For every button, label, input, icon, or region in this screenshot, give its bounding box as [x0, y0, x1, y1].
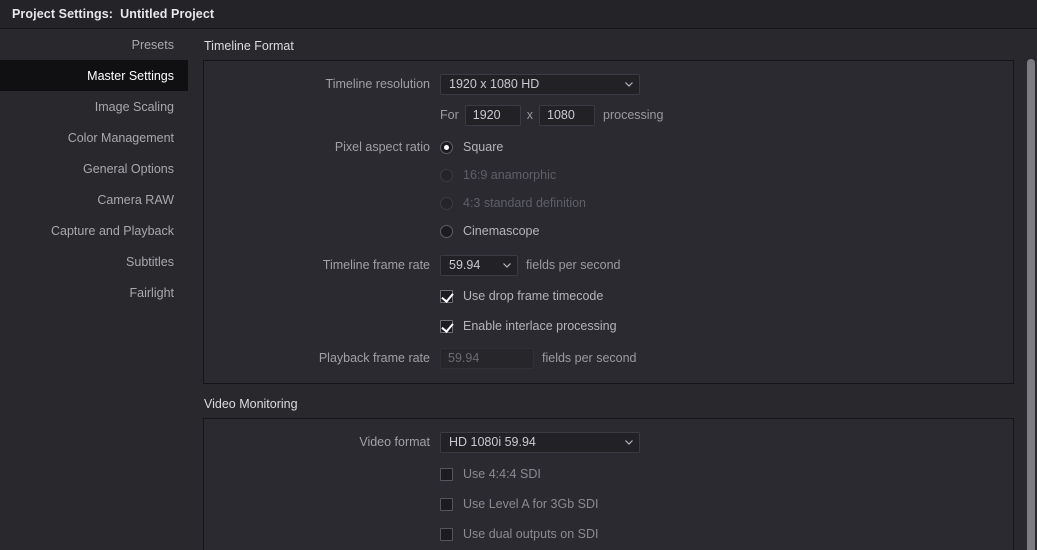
- radio-pixel-aspect-square[interactable]: [440, 140, 453, 154]
- checkbox-label-use-444-sdi: Use 4:4:4 SDI: [463, 467, 541, 481]
- video-monitoring-panel: Video format HD 1080i 59.94 . Use 4:4:4 …: [203, 418, 1014, 550]
- spacer-label: .: [204, 108, 440, 122]
- processing-height-input[interactable]: 1080: [539, 104, 595, 126]
- spacer-label: .: [204, 527, 440, 541]
- use-dual-outputs-on-sdi-row: . Use dual outputs on SDI: [204, 521, 1013, 547]
- timeline-resolution-select[interactable]: 1920 x 1080 HD: [440, 73, 640, 95]
- spacer-label: .: [204, 497, 440, 511]
- radio-label-pixel-aspect-cinemascope: Cinemascope: [463, 224, 540, 238]
- checkbox-enable-interlace-processing[interactable]: [440, 319, 453, 333]
- section-title-timeline-format: Timeline Format: [204, 39, 294, 53]
- pixel-aspect-ratio-row-square: Pixel aspect ratio Square: [204, 134, 1013, 160]
- timeline-format-panel: Timeline resolution 1920 x 1080 HD . For…: [203, 60, 1014, 384]
- checkbox-label-use-dual-outputs-on-sdi: Use dual outputs on SDI: [463, 527, 599, 541]
- processing-suffix-label: processing: [603, 108, 664, 122]
- video-format-row: Video format HD 1080i 59.94: [204, 429, 1013, 455]
- use-level-a-for-3gb-sdi-row: . Use Level A for 3Gb SDI: [204, 491, 1013, 517]
- sidebar-item-label: Presets: [131, 37, 174, 52]
- processing-prefix-label: For: [440, 108, 459, 122]
- sidebar-item-label: Camera RAW: [97, 192, 174, 207]
- checkbox-use-dual-outputs-on-sdi[interactable]: [440, 527, 453, 541]
- sidebar-item-camera-raw[interactable]: Camera RAW: [0, 184, 188, 215]
- playback-frame-rate-row: Playback frame rate 59.94 fields per sec…: [204, 345, 1013, 371]
- processing-width-value: 1920: [472, 108, 501, 122]
- spacer-label: .: [204, 319, 440, 333]
- playback-frame-rate-value: 59.94: [448, 351, 480, 365]
- settings-content-pane: Timeline Format Timeline resolution 1920…: [188, 29, 1028, 550]
- chevron-down-icon: [503, 263, 511, 268]
- sidebar-item-fairlight[interactable]: Fairlight: [0, 277, 188, 308]
- radio-pixel-aspect-standard-definition: [440, 196, 453, 210]
- pixel-aspect-ratio-row-standard-definition: . 4:3 standard definition: [204, 190, 1013, 216]
- spacer-label: .: [204, 289, 440, 303]
- sidebar-item-subtitles[interactable]: Subtitles: [0, 246, 188, 277]
- window-title: Project Settings: Untitled Project: [12, 7, 215, 21]
- chevron-down-icon: [625, 440, 633, 445]
- timeline-frame-rate-value: 59.94: [449, 258, 481, 272]
- radio-pixel-aspect-cinemascope[interactable]: [440, 224, 453, 238]
- playback-frame-rate-input: 59.94: [440, 347, 534, 369]
- radio-pixel-aspect-anamorphic: [440, 168, 453, 182]
- video-format-value: HD 1080i 59.94: [449, 435, 536, 449]
- radio-label-pixel-aspect-square: Square: [463, 140, 504, 154]
- sidebar-item-general-options[interactable]: General Options: [0, 153, 188, 184]
- spacer-label: .: [204, 224, 440, 238]
- timeline-resolution-value: 1920 x 1080 HD: [449, 77, 540, 91]
- radio-label-pixel-aspect-anamorphic: 16:9 anamorphic: [463, 168, 557, 182]
- processing-separator-label: x: [526, 108, 533, 122]
- pixel-aspect-ratio-label: Pixel aspect ratio: [334, 140, 430, 154]
- sidebar-item-color-management[interactable]: Color Management: [0, 122, 188, 153]
- use-444-sdi-row: . Use 4:4:4 SDI: [204, 461, 1013, 487]
- video-format-label: Video format: [359, 435, 430, 449]
- checkbox-use-444-sdi[interactable]: [440, 467, 453, 481]
- sidebar-item-label: Subtitles: [126, 254, 174, 269]
- checkbox-use-drop-frame-timecode[interactable]: [440, 289, 453, 303]
- section-title-video-monitoring: Video Monitoring: [204, 397, 298, 411]
- enable-interlace-processing-row: . Enable interlace processing: [204, 313, 1013, 339]
- pixel-aspect-ratio-row-cinemascope: . Cinemascope: [204, 218, 1013, 244]
- pixel-aspect-ratio-row-anamorphic: . 16:9 anamorphic: [204, 162, 1013, 188]
- radio-label-pixel-aspect-standard-definition: 4:3 standard definition: [463, 196, 587, 210]
- processing-resolution-row: . For 1920 x 1080 processing: [204, 102, 1013, 128]
- vertical-scrollbar-track[interactable]: [1022, 29, 1037, 550]
- playback-frame-rate-units: fields per second: [542, 351, 637, 365]
- checkbox-label-enable-interlace-processing: Enable interlace processing: [463, 319, 617, 333]
- project-settings-window: Project Settings: Untitled Project Prese…: [0, 0, 1037, 550]
- timeline-frame-rate-units: fields per second: [526, 258, 621, 272]
- timeline-resolution-label: Timeline resolution: [325, 77, 430, 91]
- checkbox-label-use-level-a-for-3gb-sdi: Use Level A for 3Gb SDI: [463, 497, 599, 511]
- sidebar-item-presets[interactable]: Presets: [0, 29, 188, 60]
- checkbox-use-level-a-for-3gb-sdi[interactable]: [440, 497, 453, 511]
- timeline-frame-rate-label: Timeline frame rate: [322, 258, 430, 272]
- sidebar-item-master-settings[interactable]: Master Settings: [0, 60, 188, 91]
- spacer-label: .: [204, 168, 440, 182]
- settings-category-sidebar: Presets Master Settings Image Scaling Co…: [0, 29, 188, 550]
- vertical-scrollbar-thumb[interactable]: [1027, 59, 1035, 550]
- timeline-resolution-row: Timeline resolution 1920 x 1080 HD: [204, 71, 1013, 97]
- processing-width-input[interactable]: 1920: [464, 104, 521, 126]
- playback-frame-rate-label: Playback frame rate: [318, 351, 430, 365]
- sidebar-item-label: General Options: [82, 161, 174, 176]
- timeline-frame-rate-select[interactable]: 59.94: [440, 254, 518, 276]
- spacer-label: .: [204, 196, 440, 210]
- sidebar-item-image-scaling[interactable]: Image Scaling: [0, 91, 188, 122]
- sidebar-item-label: Color Management: [67, 130, 174, 145]
- sidebar-item-label: Fairlight: [129, 285, 174, 300]
- checkbox-label-use-drop-frame-timecode: Use drop frame timecode: [463, 289, 604, 303]
- sidebar-item-label: Capture and Playback: [51, 223, 174, 238]
- video-format-select[interactable]: HD 1080i 59.94: [440, 431, 640, 453]
- sidebar-item-label: Image Scaling: [94, 99, 174, 114]
- sidebar-item-capture-and-playback[interactable]: Capture and Playback: [0, 215, 188, 246]
- processing-height-value: 1080: [547, 108, 575, 122]
- sidebar-item-label: Master Settings: [87, 68, 174, 83]
- chevron-down-icon: [625, 82, 633, 87]
- window-titlebar: Project Settings: Untitled Project: [0, 0, 1037, 29]
- spacer-label: .: [204, 467, 440, 481]
- timeline-frame-rate-row: Timeline frame rate 59.94 fields per sec…: [204, 252, 1013, 278]
- use-drop-frame-timecode-row: . Use drop frame timecode: [204, 283, 1013, 309]
